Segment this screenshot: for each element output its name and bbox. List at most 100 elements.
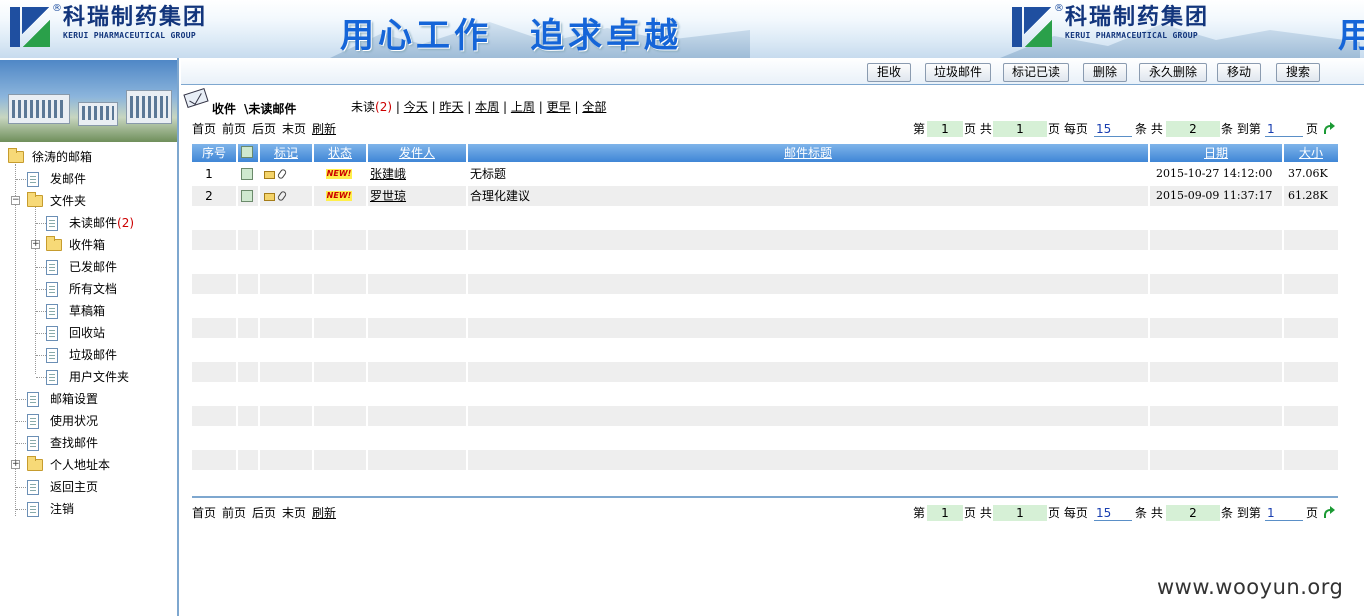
logo-mark-icon: ® — [1012, 3, 1064, 49]
table-row[interactable]: 2 NEW! 罗世琼 合理化建议 2015-09-09 11:37:17 61.28K — [192, 186, 1338, 206]
refresh-link[interactable]: 刷新 — [312, 120, 336, 138]
row-stripe — [314, 318, 366, 338]
row-sender[interactable]: 张建峨 — [370, 164, 466, 184]
company-name-en: KERUI PHARMACEUTICAL GROUP — [1065, 31, 1199, 40]
filter-this-week[interactable]: 本周 — [475, 100, 499, 114]
pager-first[interactable]: 首页 — [192, 504, 216, 522]
col-mark[interactable]: 标记 — [260, 144, 312, 162]
row-stripe — [314, 406, 366, 426]
search-button[interactable]: 搜索 — [1276, 63, 1320, 82]
pager-prev[interactable]: 前页 — [222, 504, 246, 522]
row-stripe — [238, 230, 258, 250]
mark-read-button[interactable]: 标记已读 — [1003, 63, 1069, 82]
company-name-en: KERUI PHARMACEUTICAL GROUP — [63, 31, 197, 40]
sidebar-item-drafts[interactable]: 草稿箱 — [0, 300, 177, 322]
row-stripe — [1284, 362, 1338, 382]
sidebar-item-address-book[interactable]: + 个人地址本 — [0, 454, 177, 476]
company-logo-repeat: ® 科瑞制药集团 KERUI PHARMACEUTICAL GROUP — [1012, 3, 1209, 49]
folder-tree: 徐涛的邮箱 发邮件 − 文件夹 未读邮件(2) + 收件箱 已发邮件 所有文档 … — [0, 146, 177, 520]
col-subject[interactable]: 邮件标题 — [468, 144, 1148, 162]
page-icon — [46, 326, 58, 341]
col-status[interactable]: 状态 — [314, 144, 366, 162]
total-pages: 1 — [993, 121, 1047, 137]
breadcrumb-inbox[interactable]: 收件 — [212, 100, 236, 117]
sidebar-item-unread[interactable]: 未读邮件(2) — [0, 212, 177, 234]
row-stripe — [468, 362, 1148, 382]
row-checkbox[interactable] — [241, 190, 253, 202]
row-stripe — [314, 450, 366, 470]
row-stripe — [1150, 230, 1282, 250]
per-page-input[interactable]: 15 — [1094, 505, 1132, 521]
pager-top: 首页 前页 后页 末页 刷新 第 1 页 共 1 页 每页 15 条 共 2 条… — [192, 120, 1342, 138]
row-stripe — [368, 230, 466, 250]
attachment-icon — [276, 190, 288, 202]
page-icon — [27, 502, 39, 517]
sidebar-item-user-folders[interactable]: 用户文件夹 — [0, 366, 177, 388]
sidebar-item-compose[interactable]: 发邮件 — [0, 168, 177, 190]
collapse-icon[interactable]: − — [11, 196, 20, 205]
filter-today[interactable]: 今天 — [404, 100, 428, 114]
filter-last-week[interactable]: 上周 — [511, 100, 535, 114]
pager-last[interactable]: 末页 — [282, 120, 306, 138]
row-seq: 2 — [205, 189, 213, 203]
row-stripe — [260, 450, 312, 470]
current-page: 1 — [927, 121, 963, 137]
filter-earlier[interactable]: 更早 — [547, 100, 571, 114]
filter-unread[interactable]: 未读 — [351, 100, 375, 114]
row-stripe — [1284, 230, 1338, 250]
sidebar-item-usage[interactable]: 使用状况 — [0, 410, 177, 432]
filter-yesterday[interactable]: 昨天 — [439, 100, 463, 114]
breadcrumb-current: \未读邮件 — [244, 102, 297, 116]
reject-button[interactable]: 拒收 — [867, 63, 911, 82]
sidebar-item-logout[interactable]: 注销 — [0, 498, 177, 520]
go-arrow-icon[interactable] — [1322, 505, 1336, 519]
table-row[interactable]: 1 NEW! 张建峨 无标题 2015-10-27 14:12:00 37.06K — [192, 164, 1338, 184]
row-stripe — [1150, 406, 1282, 426]
sidebar-item-find[interactable]: 查找邮件 — [0, 432, 177, 454]
pager-last[interactable]: 末页 — [282, 504, 306, 522]
pager-first[interactable]: 首页 — [192, 120, 216, 138]
move-button[interactable]: 移动 — [1217, 63, 1261, 82]
page-icon — [27, 480, 39, 495]
sidebar-item-folders[interactable]: − 文件夹 — [0, 190, 177, 212]
sidebar-item-sent[interactable]: 已发邮件 — [0, 256, 177, 278]
top-banner: ® 科瑞制药集团 KERUI PHARMACEUTICAL GROUP 用心工作… — [0, 0, 1364, 58]
filter-all[interactable]: 全部 — [582, 100, 606, 114]
expand-icon[interactable]: + — [11, 460, 20, 469]
sidebar-item-all-docs[interactable]: 所有文档 — [0, 278, 177, 300]
col-sender[interactable]: 发件人 — [368, 144, 466, 162]
sidebar-item-home[interactable]: 返回主页 — [0, 476, 177, 498]
pager-prev[interactable]: 前页 — [222, 120, 246, 138]
row-subject[interactable]: 合理化建议 — [470, 186, 1140, 206]
sidebar-item-recycle[interactable]: 回收站 — [0, 322, 177, 344]
delete-forever-button[interactable]: 永久删除 — [1139, 63, 1207, 82]
row-stripe — [468, 274, 1148, 294]
pager-next[interactable]: 后页 — [252, 504, 276, 522]
sidebar-item-settings[interactable]: 邮箱设置 — [0, 388, 177, 410]
select-all-checkbox[interactable] — [241, 146, 253, 158]
col-date[interactable]: 日期 — [1150, 144, 1282, 162]
junk-button[interactable]: 垃圾邮件 — [925, 63, 991, 82]
row-stripe — [238, 406, 258, 426]
col-seq: 序号 — [192, 144, 236, 162]
sidebar-item-inbox[interactable]: + 收件箱 — [0, 234, 177, 256]
col-size[interactable]: 大小 — [1284, 144, 1338, 162]
go-arrow-icon[interactable] — [1322, 121, 1336, 135]
pager-next[interactable]: 后页 — [252, 120, 276, 138]
row-stripe — [368, 406, 466, 426]
folder-icon — [46, 236, 62, 251]
tree-root-mailbox[interactable]: 徐涛的邮箱 — [0, 146, 177, 168]
sidebar-item-junk[interactable]: 垃圾邮件 — [0, 344, 177, 366]
page-icon — [46, 370, 58, 385]
row-stripe — [1284, 274, 1338, 294]
row-subject[interactable]: 无标题 — [470, 164, 1140, 184]
per-page-input[interactable]: 15 — [1094, 121, 1132, 137]
row-checkbox[interactable] — [241, 168, 253, 180]
goto-page-input[interactable]: 1 — [1265, 121, 1303, 137]
row-size: 61.28K — [1288, 189, 1328, 202]
goto-page-input[interactable]: 1 — [1265, 505, 1303, 521]
refresh-link[interactable]: 刷新 — [312, 504, 336, 522]
row-sender[interactable]: 罗世琼 — [370, 186, 466, 206]
delete-button[interactable]: 删除 — [1083, 63, 1127, 82]
expand-icon[interactable]: + — [31, 240, 40, 249]
